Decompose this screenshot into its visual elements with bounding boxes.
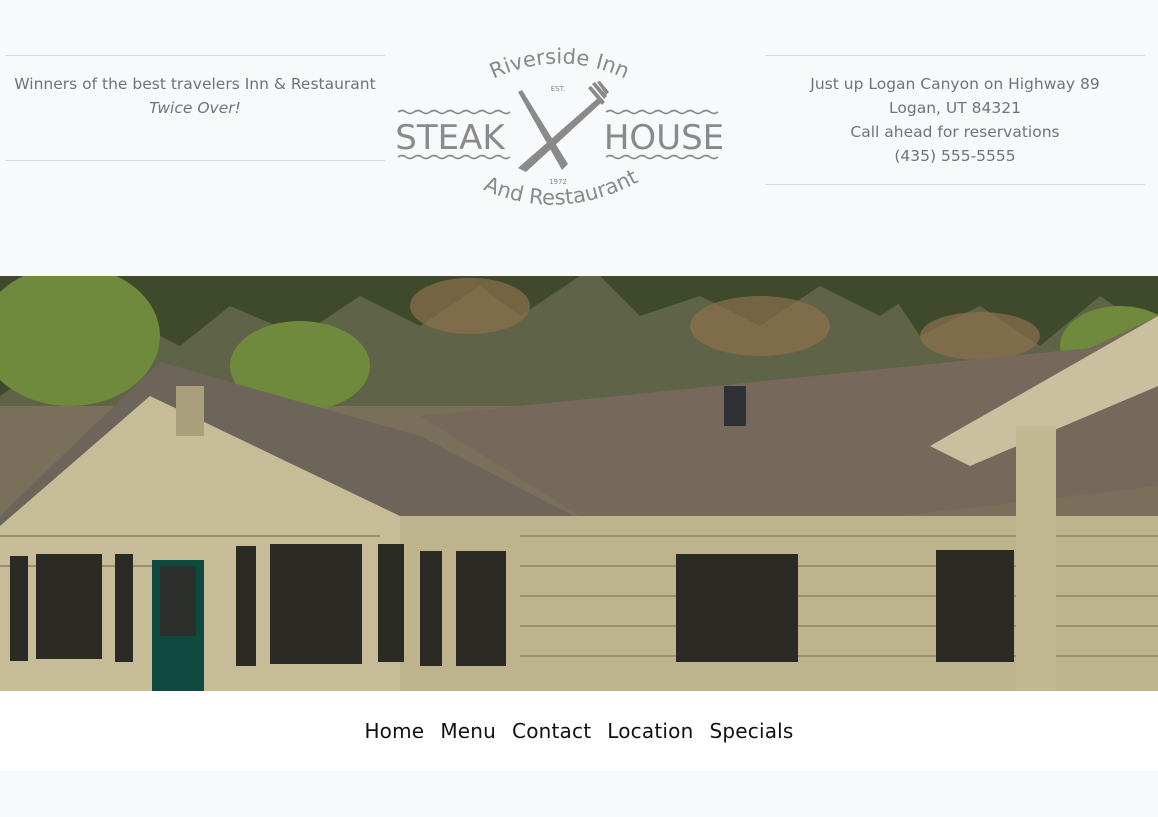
awards-text: Winners of the best travelers Inn & Rest… [14, 75, 376, 93]
logo-steak: STEAK [395, 118, 506, 158]
main-nav: Home Menu Contact Location Specials [0, 691, 1158, 771]
site-header: Winners of the best travelers Inn & Rest… [0, 0, 1158, 276]
nav-specials[interactable]: Specials [709, 719, 793, 743]
logo-top-arc: Riverside Inn [486, 44, 633, 83]
logo-est: EST. [551, 85, 566, 93]
awards-emphasis: Twice Over! [149, 99, 241, 117]
reservation-text: Call ahead for reservations [850, 123, 1060, 141]
fork-knife-icon [518, 81, 609, 172]
nav-menu[interactable]: Menu [440, 719, 496, 743]
hero-image-lodge [0, 276, 1158, 691]
page-footer-space [0, 771, 1158, 817]
nav-contact[interactable]: Contact [512, 719, 591, 743]
restaurant-logo[interactable]: Riverside Inn EST. STEAK HOUSE 1972 And … [392, 40, 728, 220]
nav-location[interactable]: Location [607, 719, 693, 743]
address-text: Logan, UT 84321 [889, 99, 1021, 117]
nav-home[interactable]: Home [364, 719, 424, 743]
directions-text: Just up Logan Canyon on Highway 89 [810, 75, 1100, 93]
logo-year: 1972 [549, 178, 567, 186]
logo-house: HOUSE [604, 118, 724, 158]
logo-bottom-arc: And Restaurant [481, 165, 642, 210]
contact-info: Just up Logan Canyon on Highway 89 Logan… [765, 55, 1145, 185]
phone-number[interactable]: (435) 555-5555 [765, 144, 1145, 168]
awards-info: Winners of the best travelers Inn & Rest… [5, 55, 385, 161]
